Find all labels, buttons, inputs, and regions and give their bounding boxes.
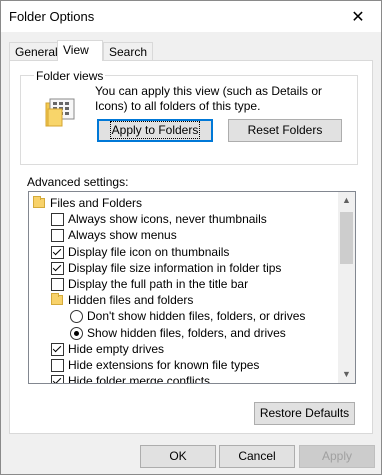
folder-views-label: Folder views (34, 69, 106, 83)
folder-options-dialog: Folder Options ✕ General View Search Fol… (0, 0, 382, 475)
tree-item-label: Hide folder merge conflicts (68, 374, 211, 384)
tree-item-label: Show hidden files, folders, and drives (87, 325, 286, 340)
tree-item-label: Files and Folders (50, 196, 143, 210)
window-title: Folder Options (9, 9, 95, 24)
cancel-label: Cancel (238, 449, 276, 463)
tree-item-label: Display file size information in folder … (68, 260, 282, 275)
tree-item-label: Always show icons, never thumbnails (68, 212, 267, 227)
tree-item-label: Display file icon on thumbnails (68, 244, 230, 259)
checkbox[interactable] (51, 359, 64, 372)
tab-view[interactable]: View (57, 40, 103, 61)
tree-item-label: Display the full path in the title bar (68, 277, 249, 291)
scroll-thumb[interactable] (340, 212, 353, 264)
checkbox[interactable] (51, 278, 64, 291)
apply-to-folders-button[interactable]: Apply to Folders (97, 119, 213, 142)
reset-folders-button[interactable]: Reset Folders (228, 119, 342, 142)
cancel-button[interactable]: Cancel (219, 445, 295, 468)
radio-button[interactable] (70, 310, 83, 324)
restore-defaults-button[interactable]: Restore Defaults (254, 402, 355, 425)
checkbox[interactable] (51, 261, 64, 275)
checkbox[interactable] (51, 229, 64, 243)
folder-icon (51, 293, 63, 306)
tree-item-label: Hide extensions for known file types (68, 358, 260, 372)
apply-label: Apply (321, 449, 353, 463)
advanced-settings-label: Advanced settings: (27, 175, 129, 189)
checkbox[interactable] (51, 245, 64, 259)
checkbox[interactable] (51, 213, 64, 227)
tree-item-label: Hide empty drives (68, 341, 165, 356)
radio-button[interactable] (70, 326, 83, 340)
folder-views-description: You can apply this view (such as Details… (95, 84, 323, 113)
checkbox[interactable] (51, 375, 64, 383)
apply-to-folders-label: Apply to Folders (109, 121, 201, 139)
ok-button[interactable]: OK (140, 445, 216, 468)
reset-folders-label: Reset Folders (247, 123, 323, 137)
tree-item-label: Hidden files and folders (68, 293, 194, 308)
folder-view-icon (45, 98, 75, 127)
tree-scrollbar[interactable]: ▲ ▼ (338, 192, 355, 383)
restore-defaults-label: Restore Defaults (259, 406, 350, 420)
tree-item-label: Don't show hidden files, folders, or dri… (87, 309, 306, 324)
advanced-settings-tree[interactable]: Files and Folders Always show icons, neve… (28, 191, 356, 384)
apply-button[interactable]: Apply (299, 445, 375, 468)
ok-label: OK (169, 449, 187, 463)
folder-icon (33, 196, 45, 208)
title-bar: Folder Options ✕ (1, 1, 381, 32)
tree-item-label: Always show menus (68, 228, 177, 243)
scroll-up-icon[interactable]: ▲ (338, 192, 355, 209)
tab-general[interactable]: General (9, 42, 64, 60)
tab-search[interactable]: Search (103, 42, 154, 60)
scroll-down-icon[interactable]: ▼ (338, 366, 355, 383)
close-icon[interactable]: ✕ (335, 1, 381, 32)
checkbox[interactable] (51, 342, 64, 356)
